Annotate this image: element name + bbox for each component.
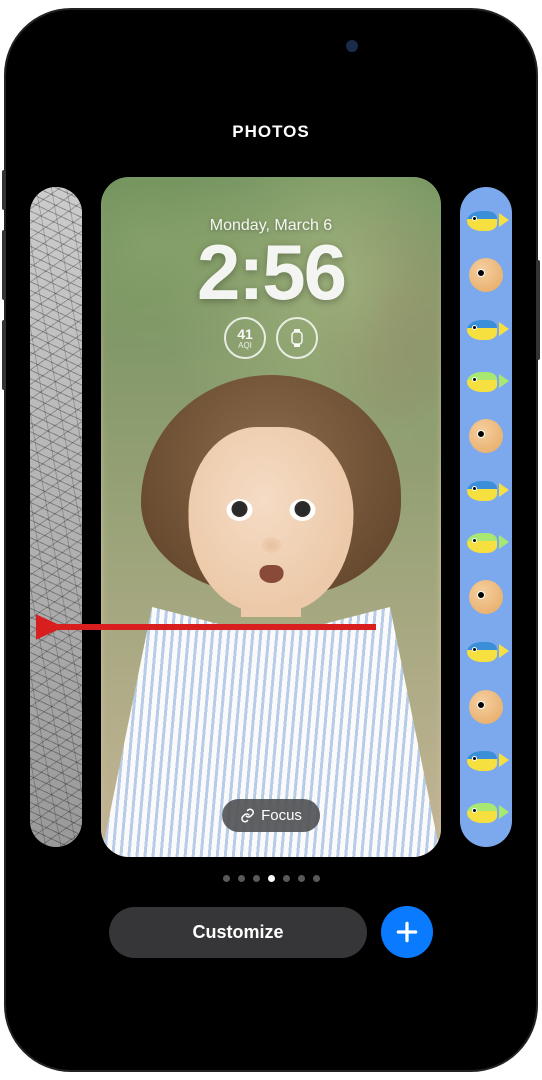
pufferfish-icon <box>469 258 503 292</box>
wallpaper-gallery: PHOTOS <box>18 22 524 1058</box>
watch-widget <box>276 317 318 359</box>
page-indicator <box>18 875 524 882</box>
side-button <box>536 260 540 360</box>
fish-icon <box>467 747 505 775</box>
fish-icon <box>467 368 505 396</box>
wallpaper-prev[interactable] <box>30 187 82 847</box>
watch-icon <box>290 328 304 348</box>
dot-active <box>268 875 275 882</box>
aqi-widget: 41 AQI <box>224 317 266 359</box>
wallpaper-carousel[interactable]: Monday, March 6 2:56 41 AQI <box>18 177 524 857</box>
bottom-toolbar: Customize <box>18 906 524 958</box>
lockscreen-preview: Monday, March 6 2:56 41 AQI <box>101 217 441 359</box>
focus-button[interactable]: Focus <box>222 799 320 832</box>
wallpaper-next[interactable] <box>460 187 512 847</box>
lockscreen-time: 2:56 <box>101 233 441 311</box>
phone-frame: PHOTOS <box>6 10 536 1070</box>
category-title: PHOTOS <box>18 122 524 142</box>
volume-down-btn <box>2 320 6 390</box>
notch <box>166 30 376 62</box>
phone-screen: PHOTOS <box>18 22 524 1058</box>
photo-subject <box>101 357 441 857</box>
fish-icon <box>467 316 505 344</box>
customize-button[interactable]: Customize <box>109 907 367 958</box>
dot <box>298 875 305 882</box>
pufferfish-icon <box>469 419 503 453</box>
wallpaper-current[interactable]: Monday, March 6 2:56 41 AQI <box>101 177 441 857</box>
fish-icon <box>467 638 505 666</box>
fish-icon <box>467 207 505 235</box>
dot <box>313 875 320 882</box>
dot <box>238 875 245 882</box>
focus-label: Focus <box>261 807 302 824</box>
mute-switch <box>2 170 6 210</box>
pufferfish-icon <box>469 690 503 724</box>
pufferfish-icon <box>469 580 503 614</box>
add-button[interactable] <box>381 906 433 958</box>
fish-icon <box>467 477 505 505</box>
volume-up-btn <box>2 230 6 300</box>
camera-icon <box>346 40 358 52</box>
aqi-label: AQI <box>238 341 252 350</box>
fish-icon <box>467 529 505 557</box>
lockscreen-widgets: 41 AQI <box>101 317 441 359</box>
plus-icon <box>394 919 420 945</box>
dot <box>253 875 260 882</box>
dot <box>223 875 230 882</box>
aqi-value: 41 <box>237 327 253 341</box>
dot <box>283 875 290 882</box>
fish-icon <box>467 799 505 827</box>
link-icon <box>240 808 255 823</box>
